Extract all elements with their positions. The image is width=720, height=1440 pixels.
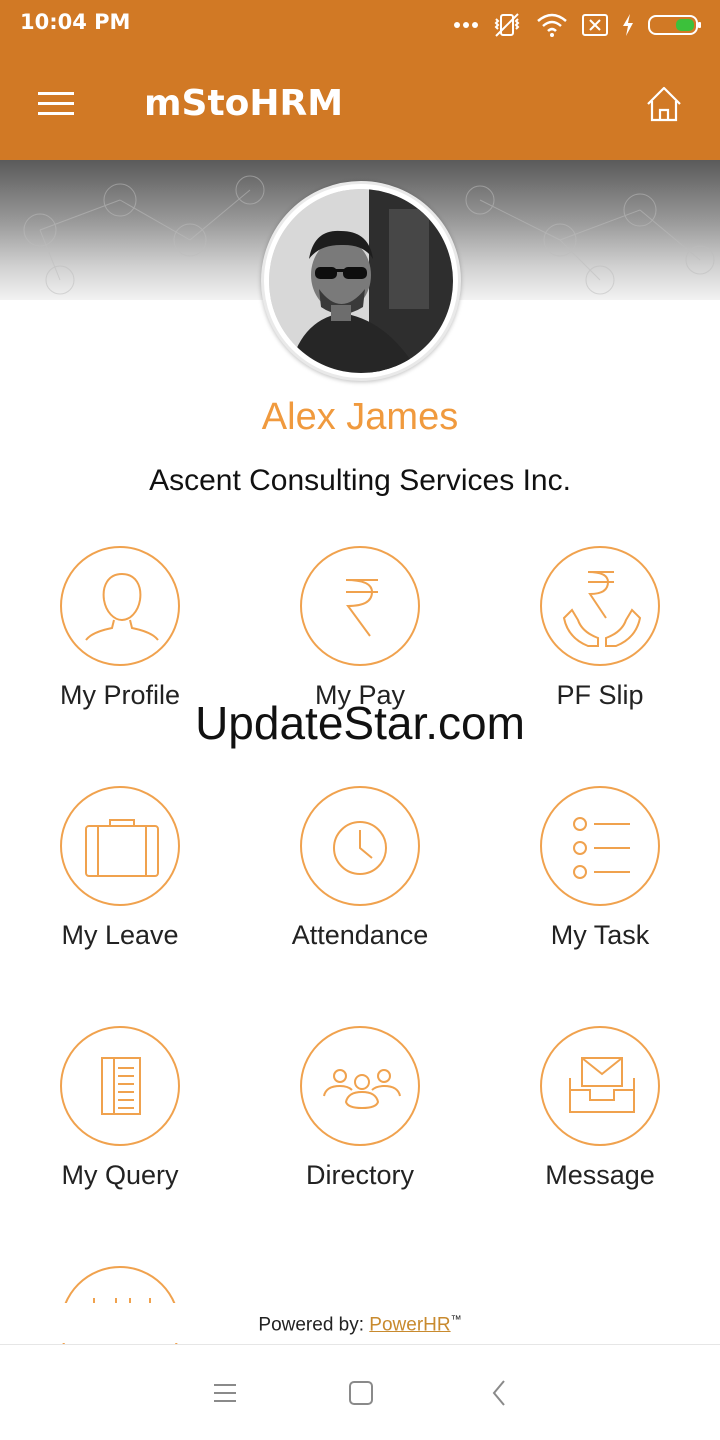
menu-attendance[interactable]: Attendance [240,786,480,986]
people-group-icon [323,1069,401,1110]
my-query-circle [60,1026,180,1146]
menu-label: My Query [61,1160,179,1190]
watermark: UpdateStar.com [195,697,525,749]
rupee-icon [345,579,378,637]
profile-photo [269,189,453,373]
inbox-mail-icon [569,1057,635,1113]
menu-message[interactable]: Message [480,1026,720,1226]
menu-label: Attendance [291,920,429,950]
avatar[interactable] [261,181,461,381]
powered-by-prefix: Powered by: [258,1314,370,1336]
status-time: 10:04 PM [20,10,131,34]
my-profile-circle [60,546,180,666]
wifi-icon [537,13,567,37]
clock-icon [333,821,387,875]
vibrate-icon [494,13,520,37]
menu-directory[interactable]: Directory [240,1026,480,1226]
home-icon[interactable] [644,84,684,124]
task-list-icon [573,817,630,879]
document-list-icon [101,1057,141,1115]
attendance-circle [300,786,420,906]
battery-icon [648,15,701,35]
powerhr-link[interactable]: PowerHR [369,1314,450,1335]
menu-my-query[interactable]: My Query [0,1026,240,1226]
my-task-circle [540,786,660,906]
hamburger-menu-icon[interactable] [36,88,76,120]
trademark: ™ [450,1314,462,1326]
my-leave-circle [60,786,180,906]
menu-label: Message [545,1160,655,1190]
sim-x-icon [582,14,608,36]
more-dots-icon [454,22,478,28]
menu-my-task[interactable]: My Task [480,786,720,986]
user-name: Alex James [261,396,459,438]
company-name: Ascent Consulting Services Inc. [149,464,571,497]
pf-slip-circle [540,546,660,666]
message-circle [540,1026,660,1146]
app-header: 10:04 PM mStoHRM [0,0,720,160]
menu-label: My Leave [61,920,179,950]
home-nav-icon[interactable] [343,1375,379,1411]
powered-by: Powered by: PowerHR™ [0,1314,720,1336]
recent-apps-icon[interactable] [207,1375,243,1411]
briefcase-icon [85,819,159,877]
directory-circle [300,1026,420,1146]
system-nav-bar [0,1344,720,1440]
app-title: mStoHRM [144,83,344,124]
menu-label: My Task [550,920,650,950]
back-icon[interactable] [482,1375,518,1411]
my-pay-circle [300,546,420,666]
charging-icon [623,14,633,36]
user-icon [85,572,159,641]
menu-label: Directory [305,1160,414,1190]
rupee-hands-icon [562,571,642,647]
status-icons [454,10,702,40]
menu-my-leave[interactable]: My Leave [0,786,240,986]
